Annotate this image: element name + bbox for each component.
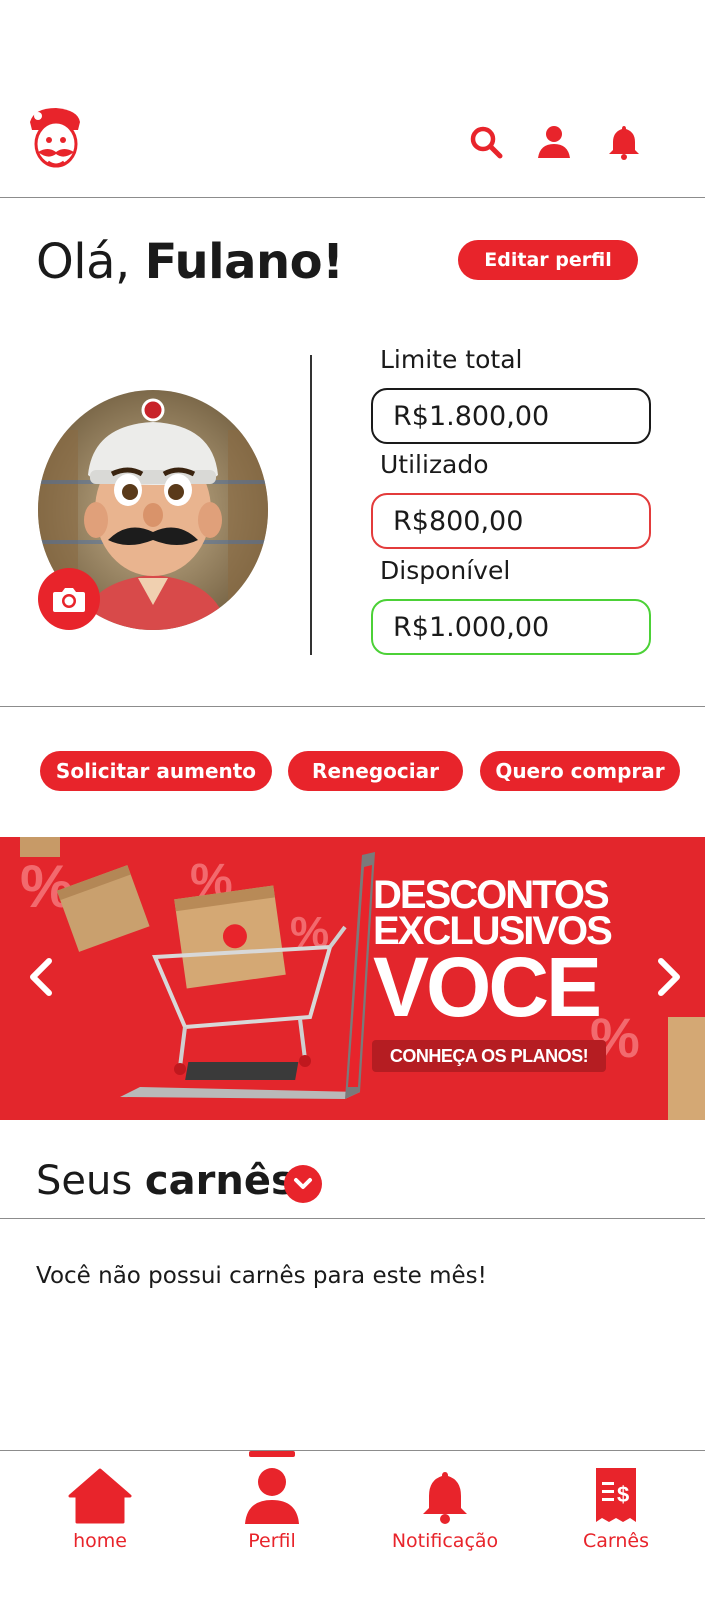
used-field: R$800,00 — [371, 493, 651, 549]
carousel-next-button[interactable] — [650, 952, 690, 1002]
used-value: R$800,00 — [393, 505, 524, 537]
carousel-prev-button[interactable] — [20, 952, 60, 1002]
svg-text:$: $ — [617, 1482, 629, 1507]
edit-profile-button[interactable]: Editar perfil — [458, 240, 638, 280]
header-divider — [0, 197, 705, 198]
vertical-divider — [310, 355, 312, 655]
profile-icon — [243, 1462, 301, 1524]
section-divider — [0, 706, 705, 707]
available-label: Disponível — [380, 556, 511, 585]
used-label: Utilizado — [380, 450, 489, 479]
home-icon — [68, 1462, 132, 1524]
carnes-divider — [0, 1218, 705, 1219]
greeting-name: Fulano! — [144, 234, 344, 290]
nav-carnes[interactable]: $ Carnês — [541, 1462, 691, 1582]
greeting-prefix: Olá, — [36, 234, 130, 290]
total-limit-value: R$1.800,00 — [393, 400, 550, 432]
renegotiate-button[interactable]: Renegociar — [288, 751, 463, 791]
change-photo-button[interactable] — [38, 568, 100, 630]
carnes-toggle-button[interactable] — [284, 1165, 322, 1203]
receipt-icon: $ — [594, 1462, 638, 1524]
nav-notifications[interactable]: Notificação — [370, 1462, 520, 1582]
carnes-title-prefix: Seus — [36, 1158, 133, 1204]
bell-icon — [422, 1462, 468, 1524]
nav-home-label: home — [73, 1530, 127, 1552]
active-tab-indicator — [249, 1451, 295, 1457]
available-value: R$1.000,00 — [393, 611, 550, 643]
chevron-down-icon — [294, 1178, 312, 1189]
empty-carnes-message: Você não possui carnês para este mês! — [36, 1263, 487, 1289]
carnes-title-bold: carnês — [144, 1158, 295, 1204]
search-icon[interactable] — [466, 122, 506, 162]
nav-notifications-label: Notificação — [391, 1530, 499, 1552]
greeting: Olá, Fulano! — [36, 234, 344, 290]
banner-line3: VOCE — [373, 940, 602, 1034]
bell-icon[interactable] — [604, 122, 644, 162]
mascot-logo[interactable] — [24, 104, 86, 174]
nav-profile-label: Perfil — [248, 1530, 296, 1552]
want-to-buy-button[interactable]: Quero comprar — [480, 751, 680, 791]
total-limit-field: R$1.800,00 — [371, 388, 651, 444]
carnes-title: Seus carnês — [36, 1158, 295, 1204]
total-limit-label: Limite total — [380, 345, 523, 374]
nav-home[interactable]: home — [25, 1462, 175, 1582]
nav-profile[interactable]: Perfil — [197, 1462, 347, 1582]
bottom-nav-divider — [0, 1450, 705, 1451]
chevron-right-icon — [658, 958, 680, 996]
user-icon[interactable] — [534, 122, 574, 162]
request-increase-button[interactable]: Solicitar aumento — [40, 751, 272, 791]
nav-carnes-label: Carnês — [582, 1530, 650, 1552]
camera-icon — [53, 588, 85, 612]
banner-cta: CONHEÇA OS PLANOS! — [372, 1040, 606, 1072]
chevron-left-icon — [30, 958, 52, 996]
available-field: R$1.000,00 — [371, 599, 651, 655]
promo-banner[interactable]: % % % % DESCONTOS EXCLUSIVOS VOCE CONHEÇ… — [0, 837, 705, 1120]
